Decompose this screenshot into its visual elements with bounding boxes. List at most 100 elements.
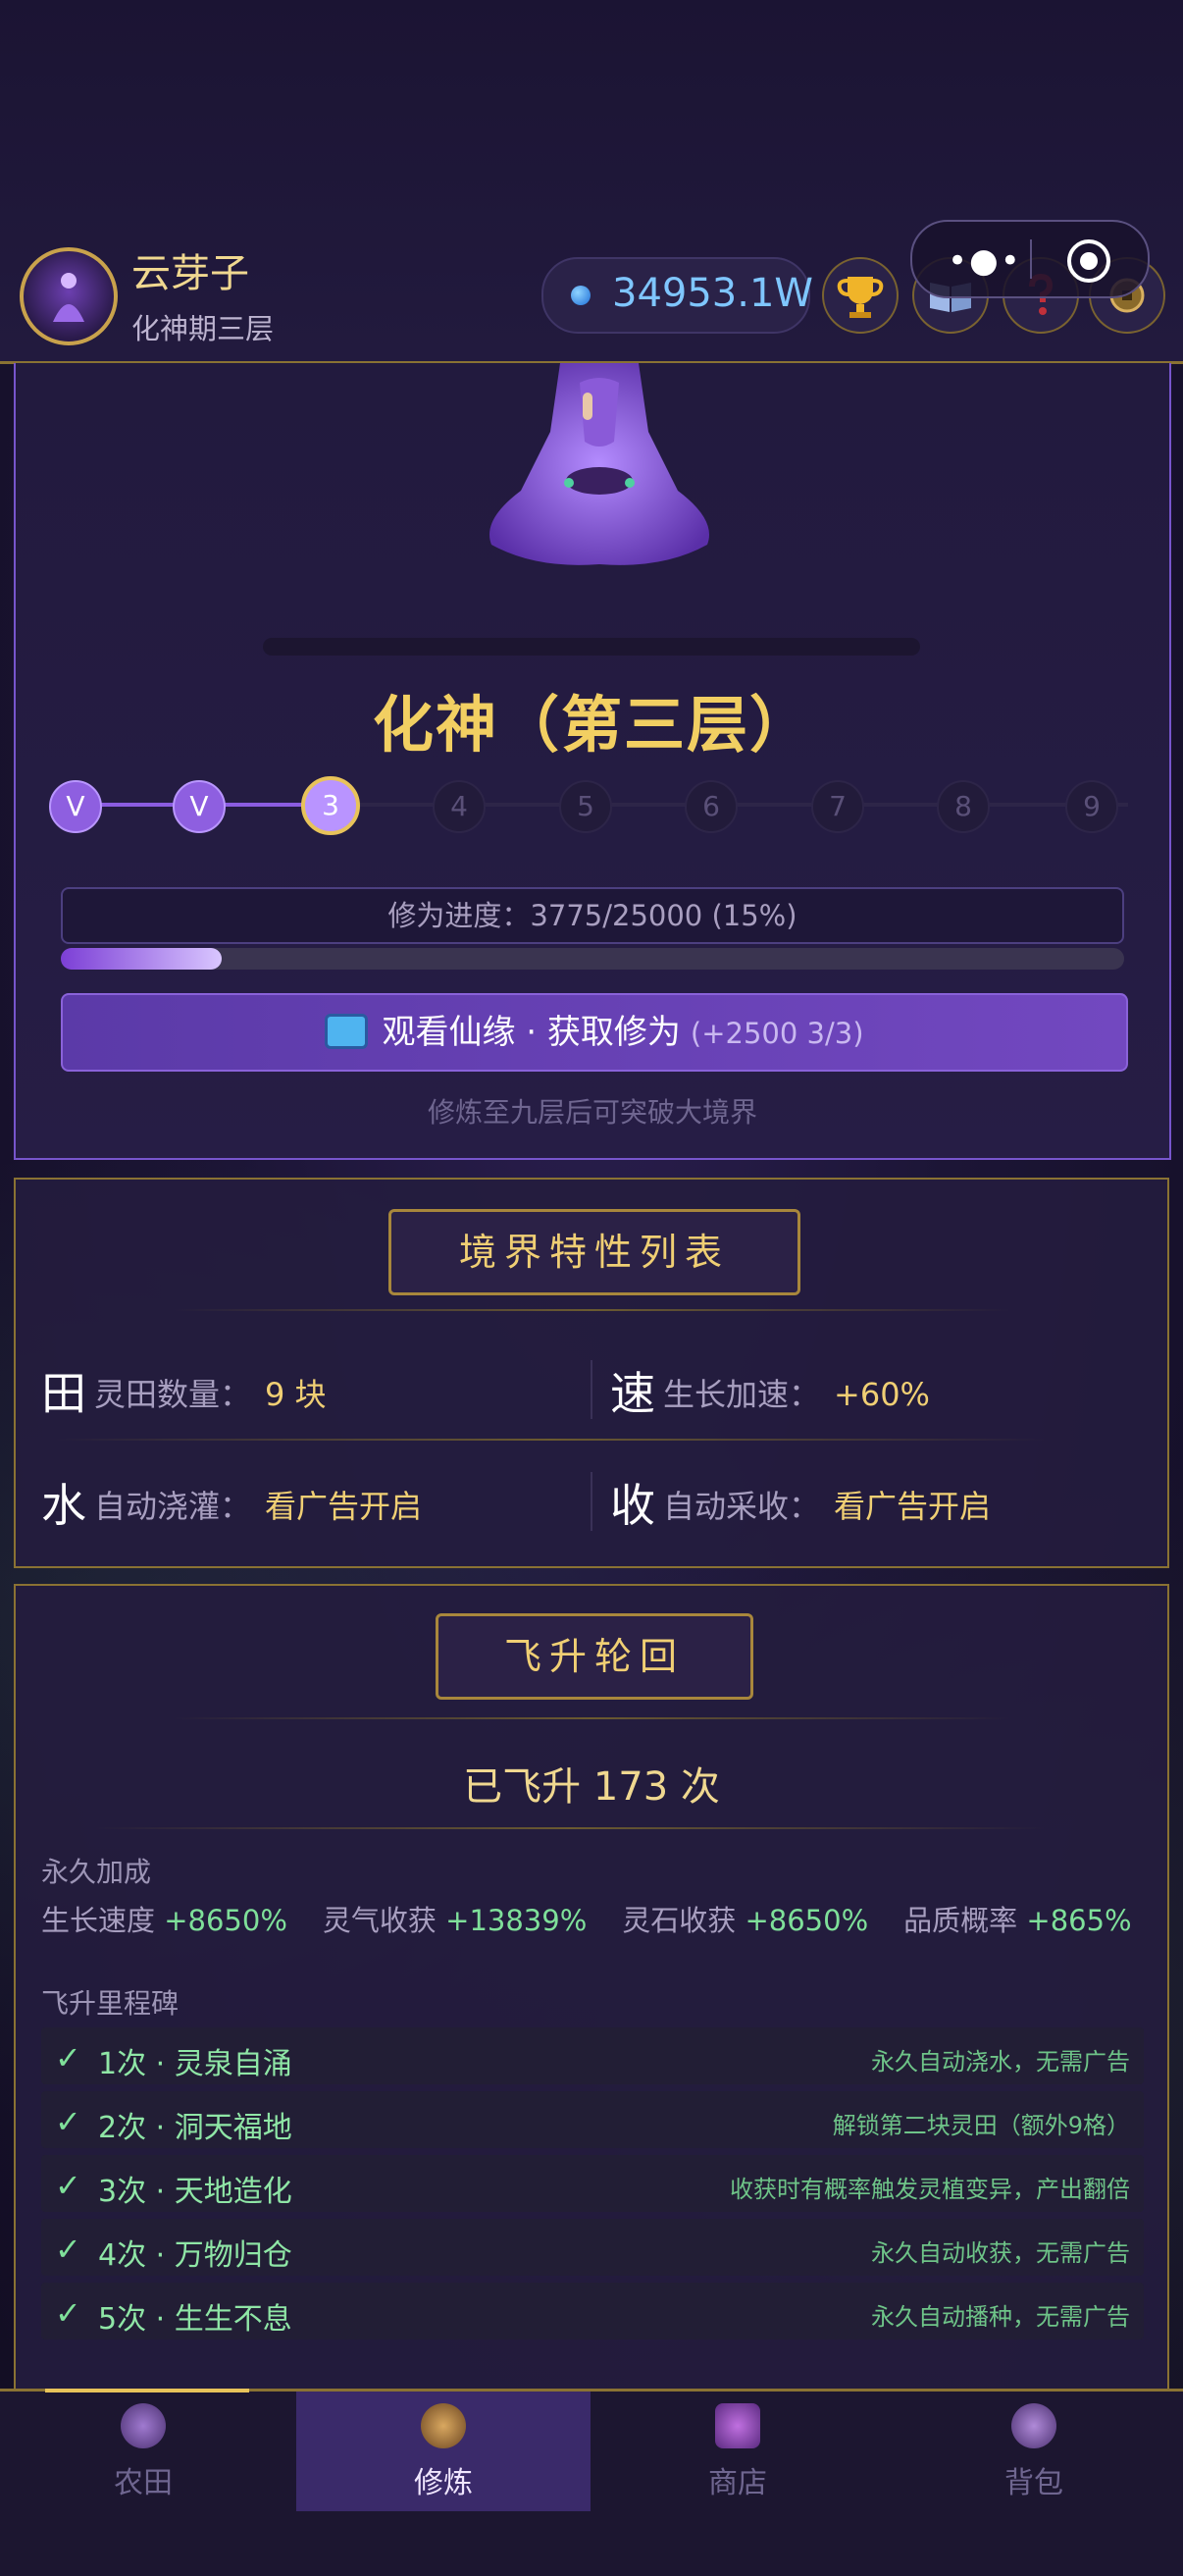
milestone-row: ✓ 3次 · 天地造化 收获时有概率触发灵植变异，产出翻倍 xyxy=(41,2155,1144,2212)
bottom-nav: 农田 修炼 商店 背包 xyxy=(0,2389,1183,2576)
ascension-divider-top xyxy=(173,1717,1010,1719)
bonus-value: +8650% xyxy=(745,1904,869,1937)
step-1: V xyxy=(49,780,102,833)
shop-icon xyxy=(715,2403,760,2448)
watch-ad-label: 观看仙缘 · 获取修为 xyxy=(382,1013,681,1052)
spirit-stone-value: 34953.1W xyxy=(612,271,813,316)
bonus-label: 灵石收获 xyxy=(622,1904,737,1937)
trait-label: 自动采收： xyxy=(663,1488,821,1525)
trait-field-count: 田灵田数量： 9 块 xyxy=(41,1358,327,1423)
milestone-name: 2次 · 洞天福地 xyxy=(98,2111,292,2145)
trait-auto-water: 水自动浇灌： 看广告开启 xyxy=(41,1470,422,1535)
top-header: 云芽子 化神期三层 34953.1W •●• xyxy=(0,0,1183,364)
realm-title: 化神（第三层） xyxy=(372,689,812,761)
milestone-name: 1次 · 灵泉自涌 xyxy=(98,2047,292,2081)
tab-cultivate[interactable]: 修炼 xyxy=(345,2403,541,2501)
milestone-row: ✓ 4次 · 万物归仓 永久自动收获，无需广告 xyxy=(41,2219,1144,2276)
bonus-value: +8650% xyxy=(164,1904,287,1937)
trait-label: 生长加速： xyxy=(663,1376,821,1413)
trait-label: 自动浇灌： xyxy=(94,1488,252,1525)
permanent-bonus-title: 永久加成 xyxy=(41,1856,152,1888)
milestone-desc: 收获时有概率触发灵植变异，产出翻倍 xyxy=(730,2176,1130,2203)
realm-traits-panel: 境界特性列表 田灵田数量： 9 块 速生长加速： +60% 水自动浇灌： 看广告开启 … xyxy=(14,1178,1169,1568)
trait-value: 9 块 xyxy=(265,1376,327,1413)
bonus-label: 灵气收获 xyxy=(322,1904,437,1937)
trait-glyph: 水 xyxy=(41,1479,86,1532)
step-9: 9 xyxy=(1065,780,1118,833)
trait-value: +60% xyxy=(834,1376,930,1413)
meditating-cultivator-figure xyxy=(489,363,709,565)
milestone-row: ✓ 5次 · 生生不息 永久自动播种，无需广告 xyxy=(41,2283,1144,2339)
tab-bag[interactable]: 背包 xyxy=(936,2403,1132,2501)
watch-ad-button[interactable]: 观看仙缘 · 获取修为 (+2500 3/3) xyxy=(61,993,1128,1072)
step-3-current: 3 xyxy=(301,776,360,835)
step-6: 6 xyxy=(685,780,738,833)
avatar[interactable] xyxy=(20,247,118,345)
player-realm: 化神期三层 xyxy=(131,312,275,345)
traits-row-divider xyxy=(55,1439,1046,1441)
ascension-panel: 飞升轮回 已飞升 173 次 永久加成 生长速度 +8650% 灵气收获 +138… xyxy=(14,1584,1169,2392)
ascension-title: 飞升轮回 xyxy=(436,1613,753,1700)
trait-glyph: 收 xyxy=(610,1479,655,1532)
trait-column-divider xyxy=(591,1360,592,1419)
bonus-label: 生长速度 xyxy=(41,1904,156,1937)
trait-glyph: 速 xyxy=(610,1367,655,1420)
step-8: 8 xyxy=(937,780,990,833)
cultivation-panel: 化神（第三层） V V 3 4 5 6 7 8 9 修为进度：3775/2500… xyxy=(14,363,1171,1160)
trait-growth-speed: 速生长加速： +60% xyxy=(610,1358,930,1423)
breakthrough-hint: 修炼至九层后可突破大境界 xyxy=(427,1096,757,1129)
tab-farm[interactable]: 农田 xyxy=(45,2403,241,2501)
milestone-name: 5次 · 生生不息 xyxy=(98,2302,292,2337)
progress-bar xyxy=(61,948,1124,970)
check-icon: ✓ xyxy=(55,2167,81,2204)
milestone-name: 3次 · 天地造化 xyxy=(98,2175,292,2209)
check-icon: ✓ xyxy=(55,2039,81,2077)
step-5: 5 xyxy=(559,780,612,833)
trait-value: 看广告开启 xyxy=(265,1488,423,1525)
tab-label: 背包 xyxy=(1004,2466,1063,2500)
milestone-row: ✓ 1次 · 灵泉自涌 永久自动浇水，无需广告 xyxy=(41,2027,1144,2084)
progress-label: 修为进度：3775/25000 (15%) xyxy=(61,887,1124,944)
progress-bar-fill xyxy=(61,948,222,970)
bag-icon xyxy=(1011,2403,1056,2448)
milestone-name: 4次 · 万物归仓 xyxy=(98,2238,292,2273)
milestone-desc: 永久自动播种，无需广告 xyxy=(871,2303,1130,2331)
cultivate-icon xyxy=(421,2403,466,2448)
capsule-divider xyxy=(1030,239,1032,279)
glow-divider xyxy=(263,638,920,656)
tab-shop[interactable]: 商店 xyxy=(640,2403,836,2501)
ascension-divider-mid xyxy=(94,1827,1046,1829)
farm-icon xyxy=(121,2403,166,2448)
milestone-desc: 永久自动收获，无需广告 xyxy=(871,2239,1130,2267)
player-name: 云芽子 xyxy=(131,251,249,296)
bonus-label: 品质概率 xyxy=(903,1904,1018,1937)
trophy-icon xyxy=(837,277,884,318)
check-icon: ✓ xyxy=(55,2294,81,2332)
layer-steps: V V 3 4 5 6 7 8 9 xyxy=(49,775,1148,835)
trophy-button[interactable] xyxy=(822,257,899,334)
tab-label: 农田 xyxy=(114,2466,173,2500)
step-2: V xyxy=(173,780,226,833)
step-7: 7 xyxy=(811,780,864,833)
trait-label: 灵田数量： xyxy=(94,1376,252,1413)
milestone-title: 飞升里程碑 xyxy=(41,1987,180,2020)
cultivator-avatar-icon xyxy=(53,273,84,322)
trait-auto-harvest: 收自动采收： 看广告开启 xyxy=(610,1470,991,1535)
tab-indicator xyxy=(45,2389,249,2392)
more-menu-icon[interactable]: •●• xyxy=(948,241,1022,281)
bonus-value: +865% xyxy=(1026,1904,1132,1937)
step-4: 4 xyxy=(433,780,486,833)
spirit-stone-balance[interactable]: 34953.1W xyxy=(541,257,813,334)
close-target-icon[interactable] xyxy=(1067,239,1110,283)
mini-program-capsule[interactable]: •●• xyxy=(910,220,1150,298)
permanent-bonus-list: 生长速度 +8650% 灵气收获 +13839% 灵石收获 +8650% 品质概率 +… xyxy=(41,1898,1167,1939)
tv-icon xyxy=(325,1014,369,1049)
trait-value: 看广告开启 xyxy=(834,1488,992,1525)
milestone-desc: 解锁第二块灵田（额外9格） xyxy=(832,2112,1130,2139)
check-icon: ✓ xyxy=(55,2103,81,2140)
check-icon: ✓ xyxy=(55,2231,81,2268)
milestone-row: ✓ 2次 · 洞天福地 解锁第二块灵田（额外9格） xyxy=(41,2091,1144,2148)
tab-label: 修炼 xyxy=(414,2466,473,2500)
traits-divider-top xyxy=(173,1309,1010,1311)
traits-title: 境界特性列表 xyxy=(388,1209,800,1295)
